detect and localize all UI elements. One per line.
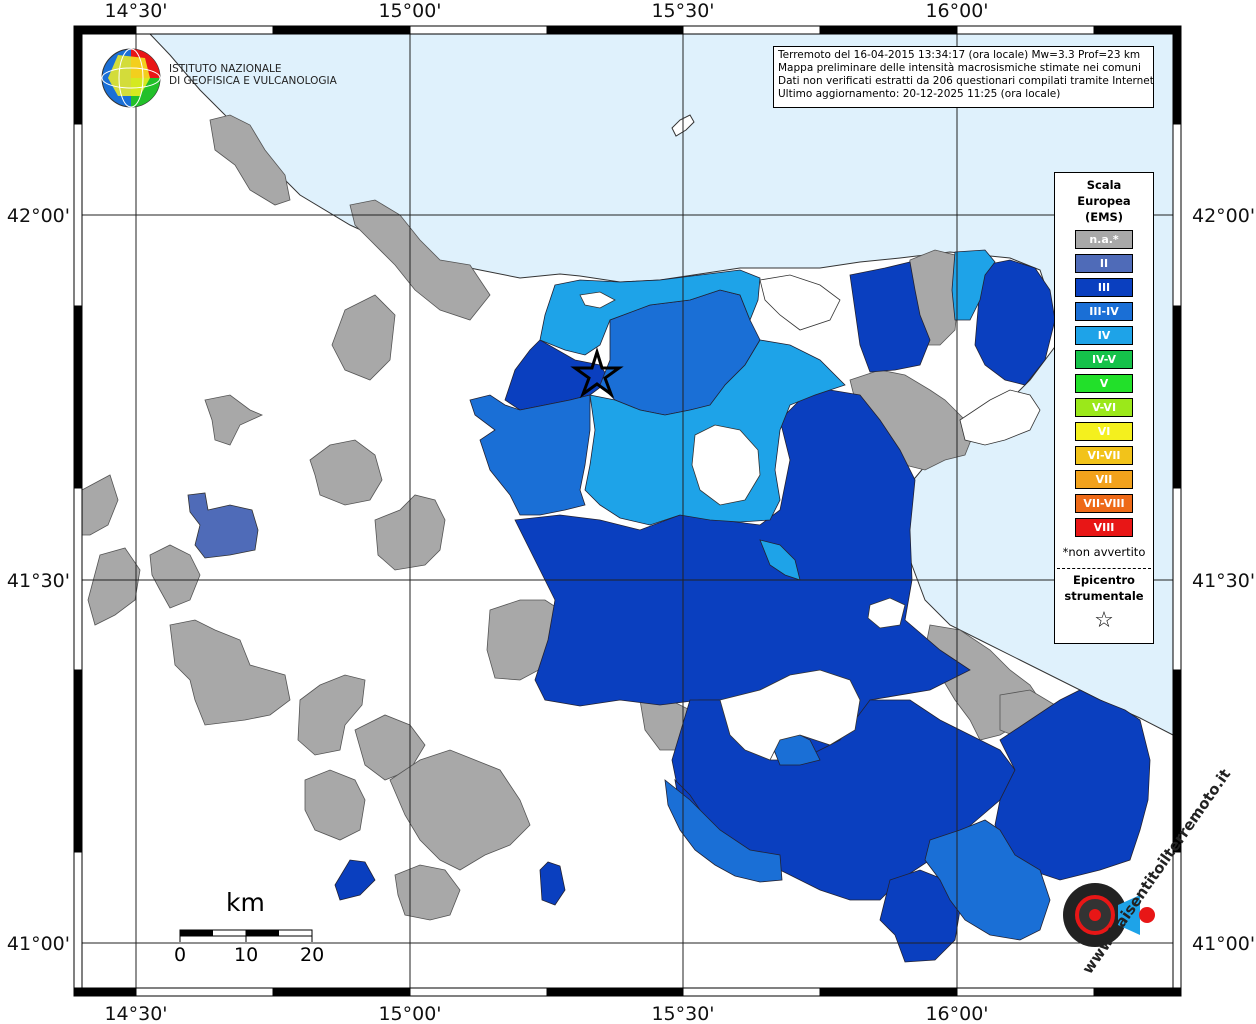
epicenter-legend-star-icon: ☆ [1094,608,1114,633]
legend-swatch-8: V-VI [1075,398,1133,417]
legend-separator [1057,568,1151,569]
right-tick-1: 42°00' [1192,205,1255,227]
legend-note: *non avvertito [1062,545,1146,559]
legend-title-line-1: Scala [1086,178,1122,192]
info-line-2: Mappa preliminare delle intensità macros… [778,62,1141,74]
epicenter-legend-line-1: Epicentro [1073,573,1135,587]
top-tick-2: 15°00' [378,0,441,22]
legend-title-line-2: Europea [1077,194,1131,208]
legend-title: Scala Europea (EMS) [1055,177,1153,225]
bottom-tick-1: 14°30' [104,1003,167,1024]
legend-swatch-4: III-IV [1075,302,1133,321]
logo-line-1: ISTITUTO NAZIONALE [169,63,282,75]
info-box: Terremoto del 16-04-2015 13:34:17 (ora l… [773,46,1154,108]
legend-swatch-11: VII [1075,470,1133,489]
bottom-tick-3: 15°30' [651,1003,714,1024]
legend-swatch-12: VII-VIII [1075,494,1133,513]
legend-swatch-10: VI-VII [1075,446,1133,465]
left-tick-3: 41°00' [7,933,70,955]
ingv-logo-icon [101,48,161,108]
top-tick-3: 15°30' [651,0,714,22]
info-line-3: Dati non verificati estratti da 206 ques… [778,75,1154,87]
left-tick-2: 41°30' [7,570,70,592]
scale-tick-10: 10 [234,944,259,966]
top-tick-4: 16°00' [925,0,988,22]
legend-swatch-2: II [1075,254,1133,273]
left-tick-1: 42°00' [7,205,70,227]
top-tick-1: 14°30' [104,0,167,22]
logo-line-2: DI GEOFISICA E VULCANOLOGIA [169,75,337,87]
bottom-tick-4: 16°00' [925,1003,988,1024]
legend: Scala Europea (EMS) n.a.* II III III-IV IV IV… [1054,172,1154,644]
bottom-tick-2: 15°00' [378,1003,441,1024]
legend-title-line-3: (EMS) [1084,210,1124,224]
epicenter-legend-title: Epicentro strumentale [1055,572,1153,604]
info-line-4: Ultimo aggiornamento: 20-12-2025 11:25 (… [778,88,1061,100]
legend-swatch-5: IV [1075,326,1133,345]
legend-swatch-13: VIII [1075,518,1133,537]
right-tick-2: 41°30' [1192,570,1255,592]
legend-swatch-9: VI [1075,422,1133,441]
right-tick-3: 41°00' [1192,933,1255,955]
legend-swatch-7: V [1075,374,1133,393]
info-line-1: Terremoto del 16-04-2015 13:34:17 (ora l… [778,49,1141,61]
legend-swatch-1: n.a.* [1075,230,1133,249]
scale-tick-0: 0 [174,944,187,966]
scale-unit-label: km [226,888,265,917]
scale-tick-20: 20 [300,944,325,966]
legend-swatch-6: IV-V [1075,350,1133,369]
epicenter-legend-line-2: strumentale [1064,589,1144,603]
legend-swatch-3: III [1075,278,1133,297]
ingv-logo-text: ISTITUTO NAZIONALE DI GEOFISICA E VULCAN… [169,63,337,87]
